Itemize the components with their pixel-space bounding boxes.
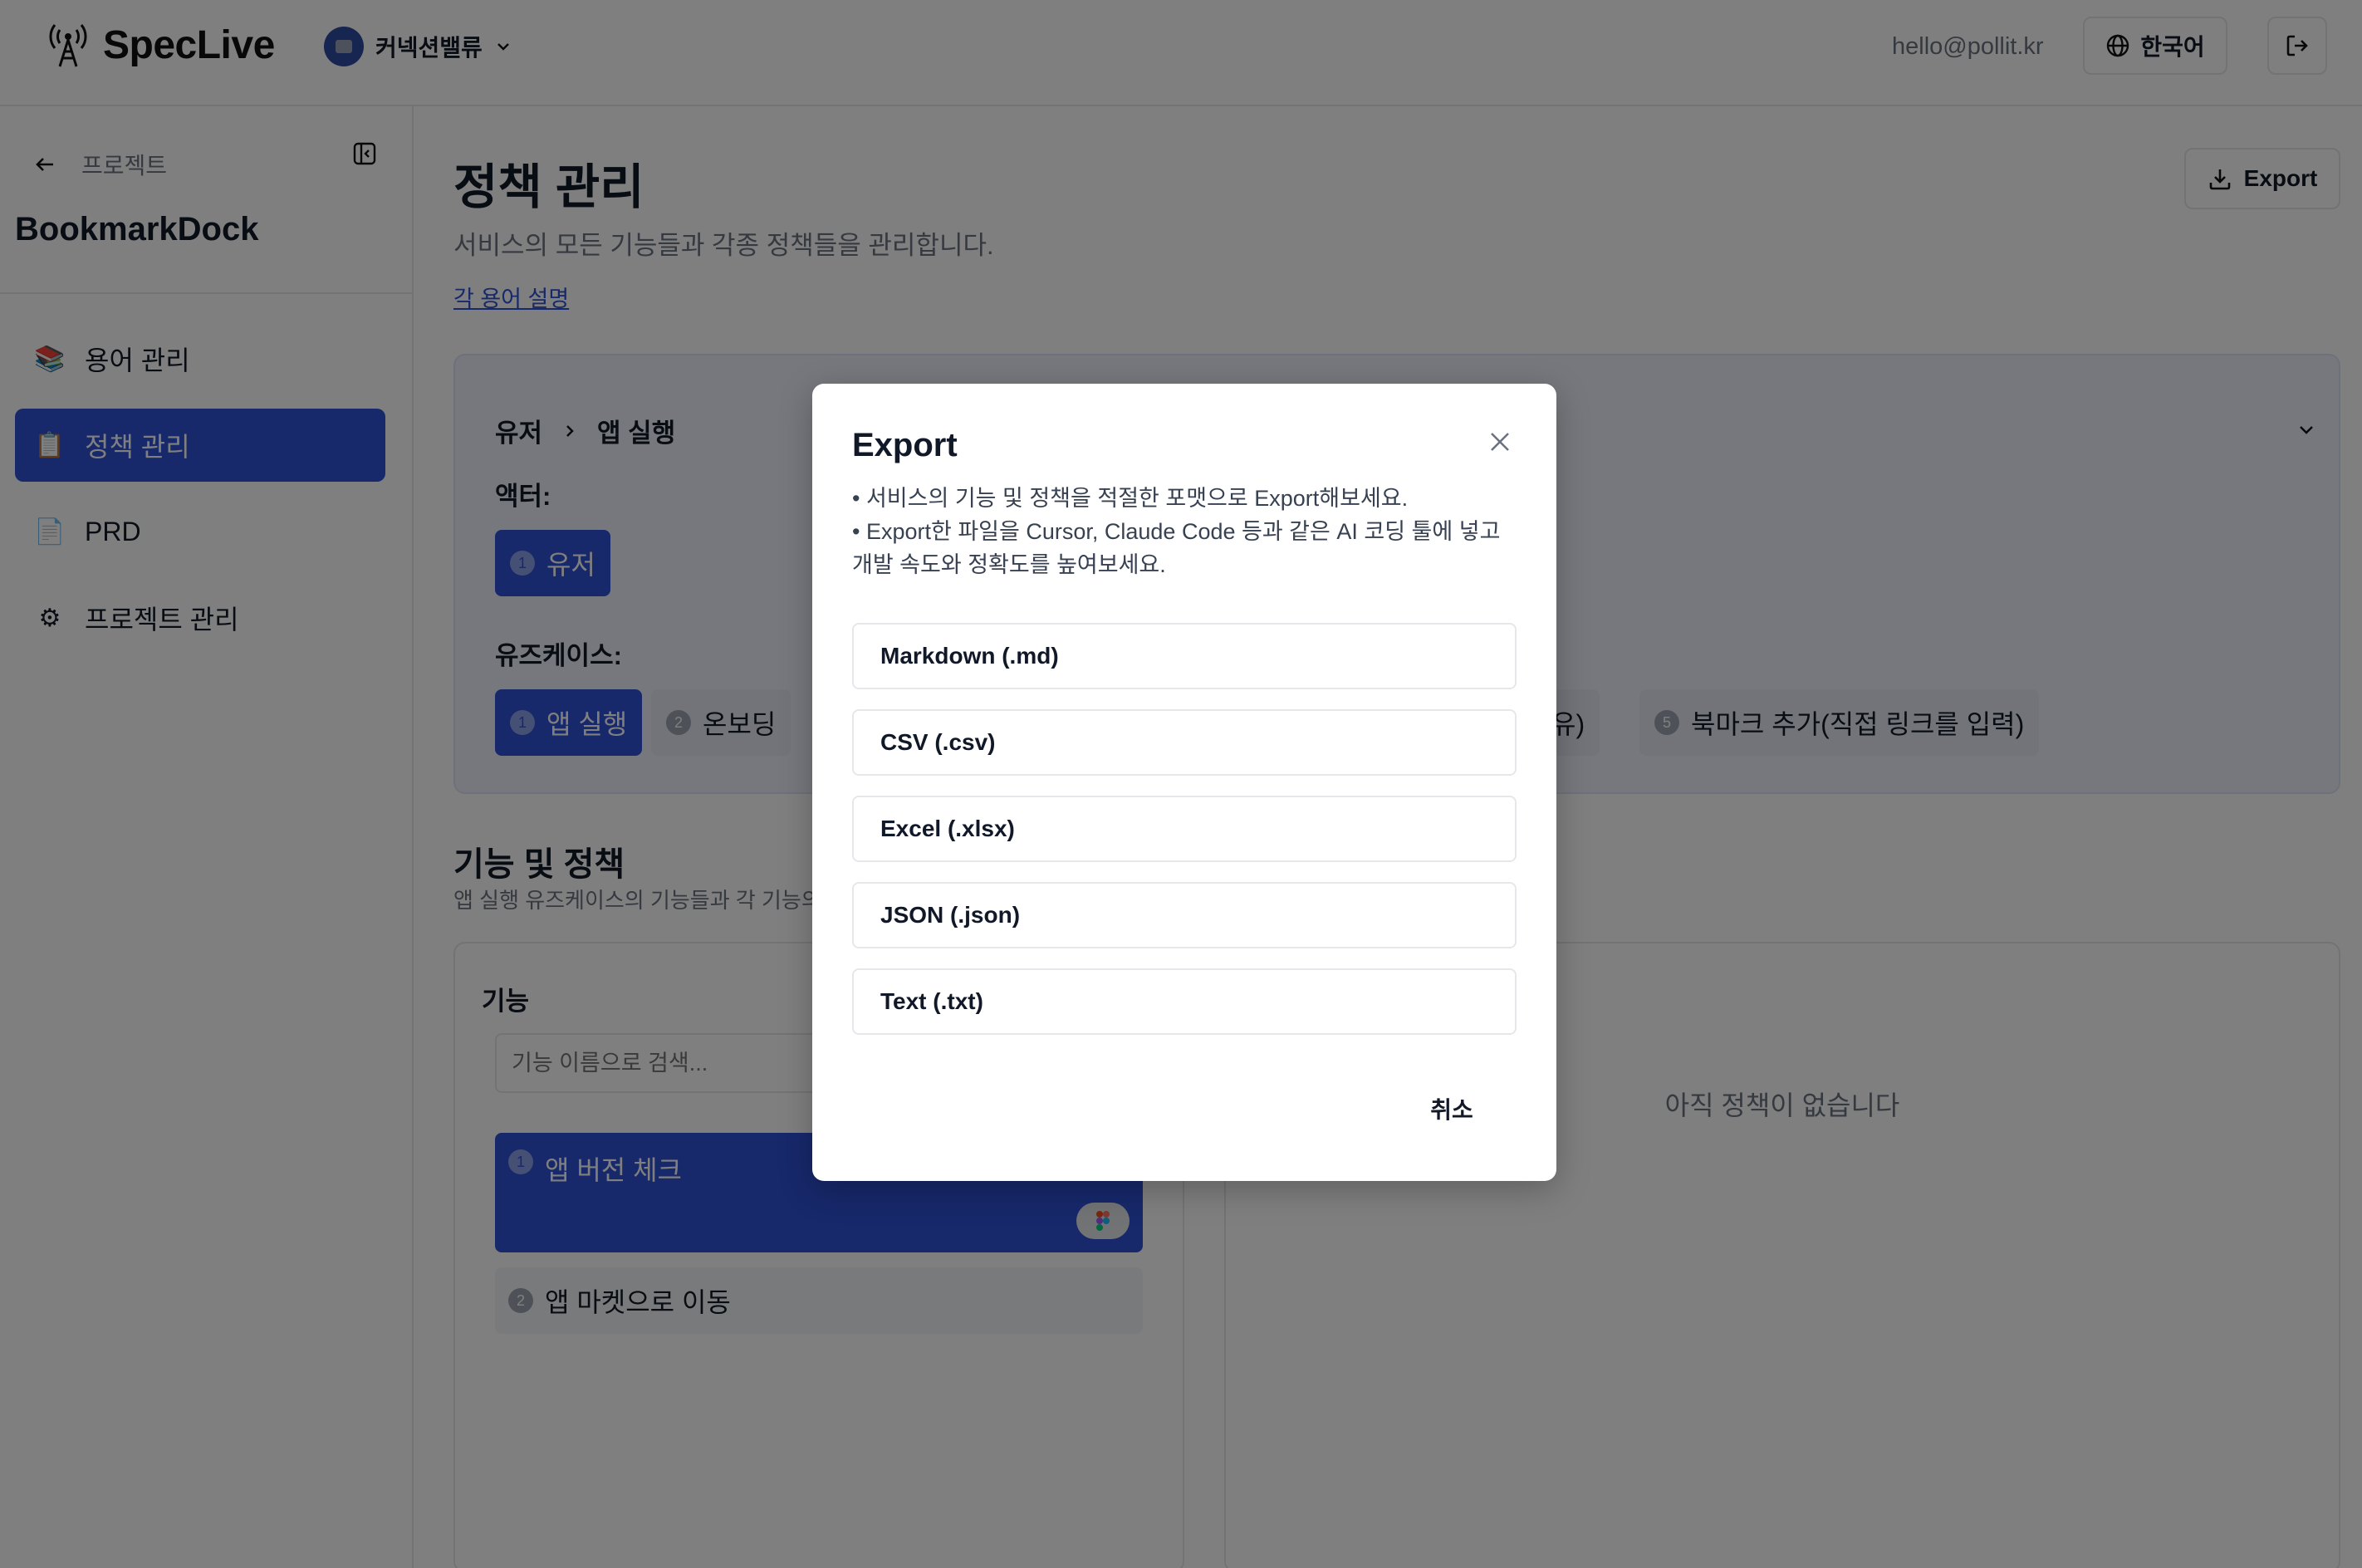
export-text-button[interactable]: Text (.txt) — [852, 968, 1517, 1035]
cancel-button[interactable]: 취소 — [1402, 1080, 1502, 1138]
export-dialog: Export • 서비스의 기능 및 정책을 적절한 포맷으로 Export해보… — [812, 384, 1556, 1181]
dialog-desc-line: • 서비스의 기능 및 정책을 적절한 포맷으로 Export해보세요. — [852, 486, 1409, 511]
dialog-description: • 서비스의 기능 및 정책을 적절한 포맷으로 Export해보세요. • E… — [852, 482, 1517, 581]
dialog-desc-line: • Export한 파일을 Cursor, Claude Code 등과 같은 … — [852, 519, 1501, 577]
dialog-title: Export — [852, 427, 958, 463]
close-icon[interactable] — [1483, 425, 1517, 458]
export-json-button[interactable]: JSON (.json) — [852, 882, 1517, 948]
export-csv-button[interactable]: CSV (.csv) — [852, 709, 1517, 776]
export-markdown-button[interactable]: Markdown (.md) — [852, 623, 1517, 689]
export-excel-button[interactable]: Excel (.xlsx) — [852, 796, 1517, 862]
